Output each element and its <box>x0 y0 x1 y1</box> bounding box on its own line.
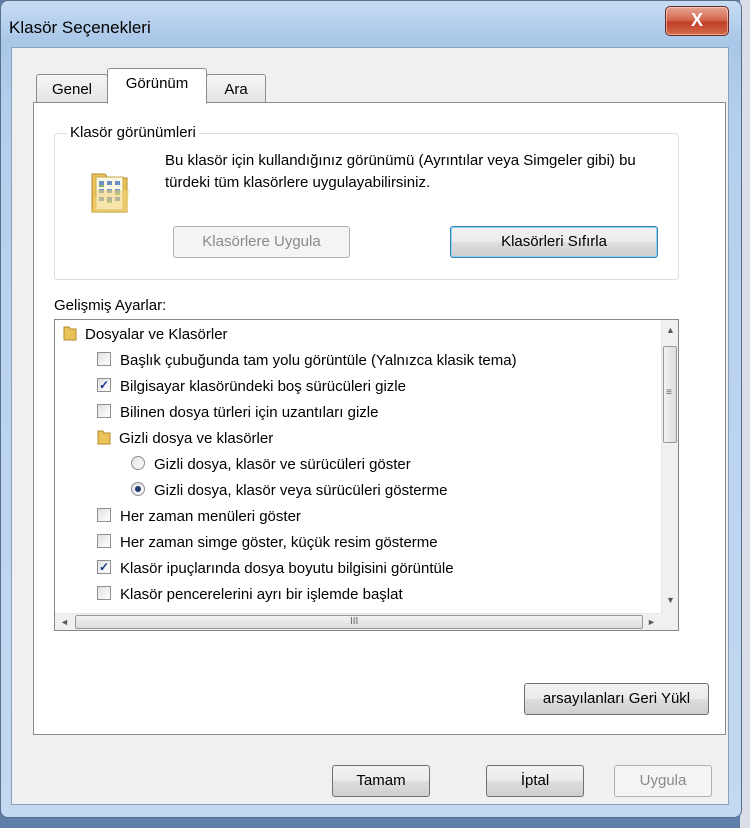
item-label: Klasör pencerelerini ayrı bir işlemde ba… <box>120 586 403 603</box>
item-label: Bilgisayar klasöründeki boş sürücüleri g… <box>120 378 406 395</box>
advanced-settings-list[interactable]: Dosyalar ve Klasörler Başlık çubuğunda t… <box>54 319 679 631</box>
folder-view-icon <box>91 173 129 213</box>
checkbox-checked[interactable]: ✓ <box>97 378 111 393</box>
folder-views-description: Bu klasör için kullandığınız görünümü (A… <box>165 152 636 191</box>
item-label: Gizli dosya ve klasörler <box>119 430 274 447</box>
radio-button-selected[interactable] <box>131 482 145 497</box>
tab-label: Ara <box>224 81 248 98</box>
list-item-checkbox[interactable]: ✓ Klasör ipuçlarında dosya boyutu bilgisi… <box>97 556 454 582</box>
item-label: Her zaman simge göster, küçük resim göst… <box>120 534 438 551</box>
horizontal-scrollbar[interactable]: ◄ III ► <box>55 613 661 630</box>
scroll-up-icon[interactable]: ▲ <box>662 322 678 339</box>
checkbox[interactable] <box>97 534 111 549</box>
view-tab-panel: Klasör görünümleri Bu klasör için kullan… <box>33 102 726 735</box>
scrollbar-corner <box>661 613 678 630</box>
dialog-client: Genel Görünüm Ara Klasör görünümleri Bu … <box>11 47 729 805</box>
tab-label: Görünüm <box>125 75 189 92</box>
dialog-title: Klasör Seçenekleri <box>9 18 151 37</box>
list-item-checkbox[interactable]: ✓ Bilgisayar klasöründeki boş sürücüleri … <box>97 374 406 400</box>
item-label: Bilinen dosya türleri için uzantıları gi… <box>120 404 379 421</box>
tab-gorunum[interactable]: Görünüm <box>107 68 207 104</box>
tab-genel[interactable]: Genel <box>36 74 108 104</box>
grip-icon: III <box>350 616 359 627</box>
cancel-button[interactable]: İptal <box>486 765 584 797</box>
list-item-radio[interactable]: Gizli dosya, klasör veya sürücüleri göst… <box>131 478 447 504</box>
advanced-settings-label: Gelişmiş Ayarlar: <box>54 297 167 314</box>
horizontal-scroll-thumb[interactable]: III <box>75 615 643 629</box>
folder-options-dialog: Klasör Seçenekleri X Genel Görünüm Ara K… <box>0 0 742 818</box>
item-label: Başlık çubuğunda tam yolu görüntüle (Yal… <box>120 352 517 369</box>
apply-to-folders-button[interactable]: Klasörlere Uygula <box>173 226 350 258</box>
list-item-folder[interactable]: Dosyalar ve Klasörler <box>63 322 228 348</box>
scroll-left-icon[interactable]: ◄ <box>56 614 73 630</box>
item-label: Gizli dosya, klasör veya sürücüleri göst… <box>154 482 448 499</box>
apply-button[interactable]: Uygula <box>614 765 712 797</box>
checkbox[interactable] <box>97 352 111 367</box>
list-item-checkbox[interactable]: Bilinen dosya türleri için uzantıları gi… <box>97 400 378 426</box>
close-button[interactable]: X <box>665 6 729 36</box>
list-item-checkbox[interactable]: Her zaman menüleri göster <box>97 504 301 530</box>
list-item-checkbox[interactable]: Klasör pencerelerini ayrı bir işlemde ba… <box>97 582 403 608</box>
ok-button[interactable]: Tamam <box>332 765 430 797</box>
scroll-right-icon[interactable]: ► <box>643 614 660 630</box>
item-label: Klasör ipuçlarında dosya boyutu bilgisin… <box>120 560 454 577</box>
item-label: Gizli dosya, klasör ve sürücüleri göster <box>154 456 411 473</box>
folder-views-label: Klasör görünümleri <box>67 124 199 141</box>
item-label: Dosyalar ve Klasörler <box>85 326 228 343</box>
list-item-checkbox[interactable]: Her zaman simge göster, küçük resim göst… <box>97 530 438 556</box>
vertical-scroll-thumb[interactable]: ≡ <box>663 346 677 443</box>
vertical-scrollbar[interactable]: ▲ ≡ ▼ <box>661 320 678 613</box>
tab-ara[interactable]: Ara <box>206 74 266 104</box>
restore-defaults-button[interactable]: arsayılanları Geri Yükl <box>524 683 709 715</box>
close-icon: X <box>690 10 703 30</box>
checkbox[interactable] <box>97 586 111 601</box>
tab-label: Genel <box>51 81 93 98</box>
scroll-down-icon[interactable]: ▼ <box>662 592 678 609</box>
reset-folders-button[interactable]: Klasörleri Sıfırla <box>450 226 658 258</box>
folder-icon <box>97 430 111 445</box>
checkbox[interactable] <box>97 508 111 523</box>
list-item-radio[interactable]: Gizli dosya, klasör ve sürücüleri göster <box>131 452 411 478</box>
checkbox-checked[interactable]: ✓ <box>97 560 111 575</box>
item-label: Her zaman menüleri göster <box>120 508 301 525</box>
folder-views-group: Klasör görünümleri Bu klasör için kullan… <box>54 124 679 280</box>
checkbox[interactable] <box>97 404 111 419</box>
folder-icon <box>63 326 77 341</box>
grip-icon: ≡ <box>666 387 672 398</box>
list-item-checkbox[interactable]: Başlık çubuğunda tam yolu görüntüle (Yal… <box>97 348 517 374</box>
radio-button[interactable] <box>131 456 145 471</box>
list-item-folder[interactable]: Gizli dosya ve klasörler <box>97 426 273 452</box>
